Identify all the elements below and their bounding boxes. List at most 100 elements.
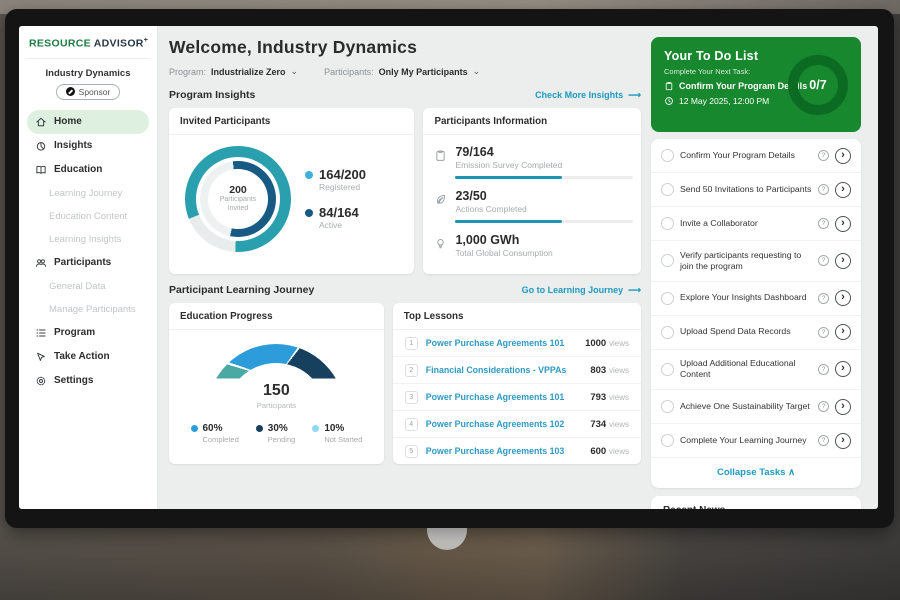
program-filter[interactable]: Program: Industrialize Zero ⌄ bbox=[169, 66, 298, 77]
lesson-link[interactable]: Power Purchase Agreements 102 bbox=[426, 419, 583, 429]
lesson-link[interactable]: Power Purchase Agreements 101 bbox=[426, 392, 583, 402]
lesson-views: 1000 bbox=[585, 338, 606, 349]
logo-advisor: ADVISOR bbox=[94, 38, 144, 50]
legend-active: 84/164 Active bbox=[305, 206, 366, 230]
help-icon[interactable]: ? bbox=[818, 255, 829, 266]
education-progress-gauge-chart: 150 Participants bbox=[207, 344, 345, 413]
help-icon[interactable]: ? bbox=[818, 364, 829, 375]
task-chevron-button[interactable]: › bbox=[835, 253, 851, 269]
lesson-views: 734 bbox=[590, 419, 606, 430]
collapse-label: Collapse Tasks bbox=[717, 467, 785, 478]
task-checkbox[interactable] bbox=[661, 149, 674, 162]
sidebar-item-insights[interactable]: Insights bbox=[27, 134, 149, 158]
gauge-legend: 60% Completed 30% Pending bbox=[191, 423, 363, 444]
lesson-link[interactable]: Power Purchase Agreements 103 bbox=[426, 446, 583, 456]
sidebar-item-education[interactable]: Education bbox=[27, 158, 149, 182]
sidebar-item-learning-insights[interactable]: Learning Insights bbox=[27, 228, 149, 251]
check-more-insights-link[interactable]: Check More Insights ⟶ bbox=[535, 90, 641, 101]
legend-not-started: 10% Not Started bbox=[312, 423, 362, 444]
lesson-views: 600 bbox=[590, 446, 606, 457]
task-checkbox[interactable] bbox=[661, 292, 674, 305]
task-row: Achieve One Sustainability Target ? › bbox=[651, 390, 861, 424]
sidebar-item-settings[interactable]: Settings bbox=[27, 369, 149, 393]
task-chevron-button[interactable]: › bbox=[835, 182, 851, 198]
help-icon[interactable]: ? bbox=[818, 218, 829, 229]
participants-filter-value: Only My Participants bbox=[379, 67, 468, 77]
legend-value: 164/200 bbox=[319, 167, 366, 182]
sidebar-item-manage-participants[interactable]: Manage Participants bbox=[27, 298, 149, 321]
task-checkbox[interactable] bbox=[661, 400, 674, 413]
task-row: Upload Additional Educational Content ? … bbox=[651, 350, 861, 391]
sidebar-item-label: Participants bbox=[54, 257, 111, 268]
lesson-rank: 3 bbox=[405, 391, 418, 404]
legend-label: Pending bbox=[268, 435, 296, 444]
participants-filter[interactable]: Participants: Only My Participants ⌄ bbox=[324, 66, 480, 77]
task-row: Send 50 Invitations to Participants ? › bbox=[651, 173, 861, 207]
lesson-row: 2 Financial Considerations - VPPAs 803 v… bbox=[393, 357, 641, 384]
help-icon[interactable]: ? bbox=[818, 293, 829, 304]
views-suffix: views bbox=[609, 366, 629, 375]
sidebar-item-take-action[interactable]: Take Action bbox=[27, 345, 149, 369]
task-chevron-button[interactable]: › bbox=[835, 433, 851, 449]
stat-label: Actions Completed bbox=[455, 204, 633, 214]
lesson-rank: 5 bbox=[405, 445, 418, 458]
sidebar-item-learning-journey[interactable]: Learning Journey bbox=[27, 182, 149, 205]
lightbulb-icon bbox=[434, 237, 447, 250]
task-checkbox[interactable] bbox=[661, 363, 674, 376]
help-icon[interactable]: ? bbox=[818, 150, 829, 161]
section-title: Participant Learning Journey bbox=[169, 284, 314, 296]
gauge-center-value: 150 bbox=[207, 382, 345, 400]
card-title: Participants Information bbox=[423, 108, 641, 135]
sidebar-item-home[interactable]: Home bbox=[27, 110, 149, 134]
donut-legend: 164/200 Registered 84/164 Active bbox=[305, 168, 366, 231]
help-icon[interactable]: ? bbox=[818, 184, 829, 195]
task-checkbox[interactable] bbox=[661, 183, 674, 196]
dashboard-screen: RESOURCE ADVISOR+ Industry Dynamics Spon… bbox=[19, 26, 878, 509]
task-checkbox[interactable] bbox=[661, 254, 674, 267]
task-chevron-button[interactable]: › bbox=[835, 216, 851, 232]
gauge-center-label: Participants bbox=[257, 401, 296, 410]
lesson-row: 5 Power Purchase Agreements 103 600 view… bbox=[393, 438, 641, 464]
task-chevron-button[interactable]: › bbox=[835, 361, 851, 377]
lesson-rank: 1 bbox=[405, 337, 418, 350]
lesson-row: 3 Power Purchase Agreements 101 793 view… bbox=[393, 384, 641, 411]
lesson-link[interactable]: Power Purchase Agreements 101 bbox=[426, 338, 577, 348]
lesson-row: 4 Power Purchase Agreements 102 734 view… bbox=[393, 411, 641, 438]
task-row: Upload Spend Data Records ? › bbox=[651, 316, 861, 350]
monitor-bezel: RESOURCE ADVISOR+ Industry Dynamics Spon… bbox=[5, 9, 894, 528]
sidebar-item-label: Learning Insights bbox=[49, 234, 121, 245]
page-title: Welcome, Industry Dynamics bbox=[169, 37, 641, 58]
views-suffix: views bbox=[609, 420, 629, 429]
task-checkbox[interactable] bbox=[661, 217, 674, 230]
sidebar-item-label: General Data bbox=[49, 281, 106, 292]
sidebar-item-program[interactable]: Program bbox=[27, 321, 149, 345]
lesson-views: 793 bbox=[590, 392, 606, 403]
task-chevron-button[interactable]: › bbox=[835, 290, 851, 306]
sidebar-item-label: Program bbox=[54, 327, 95, 338]
sidebar-item-label: Settings bbox=[54, 375, 93, 386]
sidebar-item-education-content[interactable]: Education Content bbox=[27, 205, 149, 228]
help-icon[interactable]: ? bbox=[818, 435, 829, 446]
sidebar-item-participants[interactable]: Participants bbox=[27, 251, 149, 275]
sidebar-item-label: Insights bbox=[54, 140, 92, 151]
task-chevron-button[interactable]: › bbox=[835, 324, 851, 340]
program-filter-label: Program: bbox=[169, 67, 206, 77]
task-checkbox[interactable] bbox=[661, 326, 674, 339]
lesson-link[interactable]: Financial Considerations - VPPAs bbox=[426, 365, 583, 375]
go-to-learning-journey-link[interactable]: Go to Learning Journey ⟶ bbox=[522, 285, 641, 296]
collapse-tasks-link[interactable]: Collapse Tasks ∧ bbox=[651, 458, 861, 488]
help-icon[interactable]: ? bbox=[818, 401, 829, 412]
donut-center-label: Participants Invited bbox=[210, 196, 266, 214]
donut-center-value: 200 bbox=[229, 184, 247, 196]
sidebar-item-general-data[interactable]: General Data bbox=[27, 275, 149, 298]
help-icon[interactable]: ? bbox=[818, 327, 829, 338]
clipboard-icon bbox=[434, 149, 447, 162]
invited-participants-card: Invited Participants 200 Participants In… bbox=[169, 108, 414, 274]
task-chevron-button[interactable]: › bbox=[835, 148, 851, 164]
legend-label: Registered bbox=[319, 182, 366, 192]
task-row: Verify participants requesting to join t… bbox=[651, 241, 861, 282]
task-checkbox[interactable] bbox=[661, 434, 674, 447]
arrow-right-icon: ⟶ bbox=[628, 90, 641, 101]
task-chevron-button[interactable]: › bbox=[835, 399, 851, 415]
legend-dot bbox=[191, 425, 198, 432]
